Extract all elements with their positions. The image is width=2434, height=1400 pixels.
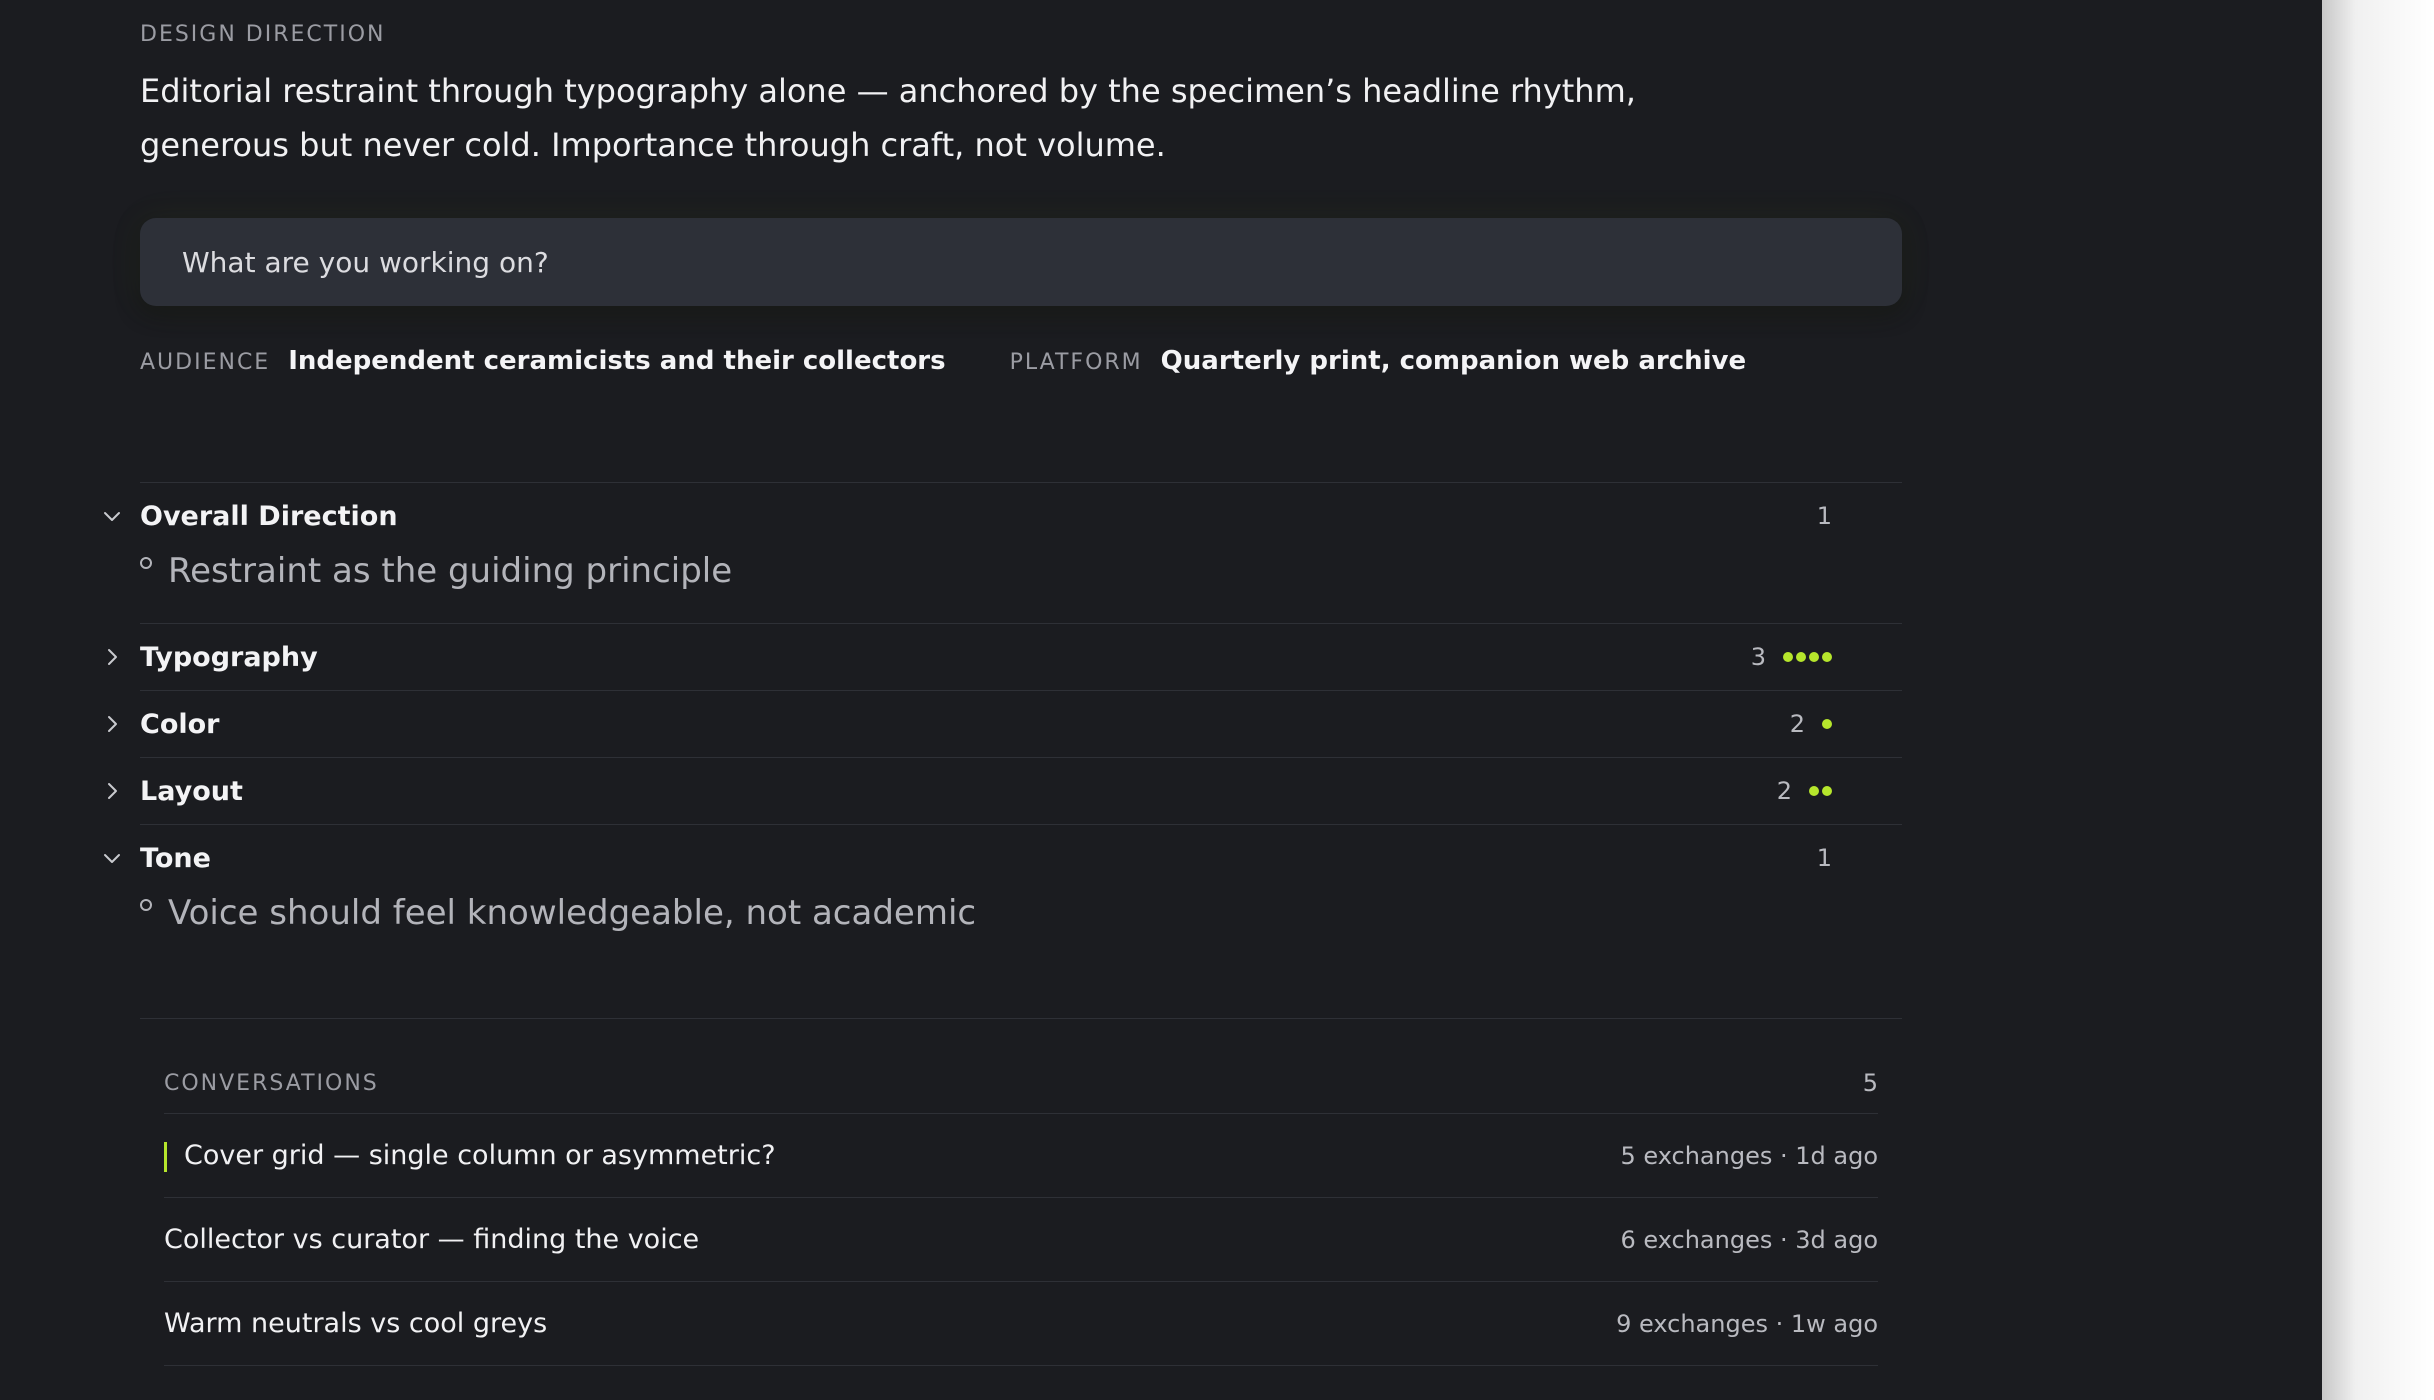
section-tone: Tone 1 Voice should feel knowledgeable, … xyxy=(104,824,1902,965)
conversation-item[interactable]: Collector vs curator — finding the voice… xyxy=(164,1198,1878,1282)
direction-sections: Overall Direction 1 Restraint as the gui… xyxy=(104,482,1902,965)
section-stats: 1 xyxy=(1817,825,1832,891)
conversation-title: Warm neutrals vs cool greys xyxy=(164,1308,548,1339)
list-item-text: Voice should feel knowledgeable, not aca… xyxy=(168,893,977,933)
section-body: Restraint as the guiding principle xyxy=(140,549,1902,623)
section-stats: 2 xyxy=(1790,691,1832,757)
chevron-down-icon[interactable] xyxy=(100,846,124,870)
project-meta: AUDIENCE Independent ceramicists and the… xyxy=(140,346,1746,376)
audience-label: AUDIENCE xyxy=(140,350,271,375)
activity-dot xyxy=(1809,786,1819,796)
audience-value: Independent ceramicists and their collec… xyxy=(288,346,946,376)
conversation-meta: 5 exchanges · 1d ago xyxy=(1620,1141,1879,1170)
section-title: Layout xyxy=(140,775,243,807)
conversations-panel: CONVERSATIONS 5 Cover grid — single colu… xyxy=(140,1018,1902,1366)
section-header[interactable]: Tone 1 xyxy=(104,825,1902,891)
section-title: Color xyxy=(140,708,220,740)
activity-dot xyxy=(1822,786,1832,796)
platform-value: Quarterly print, companion web archive xyxy=(1160,346,1747,376)
activity-dot xyxy=(1783,652,1793,662)
conversations-list: CONVERSATIONS 5 Cover grid — single colu… xyxy=(164,1019,1878,1366)
list-item[interactable]: Restraint as the guiding principle xyxy=(140,549,1902,593)
conversation-title: Collector vs curator — finding the voice xyxy=(164,1224,700,1255)
active-indicator xyxy=(164,1142,167,1172)
chevron-right-icon[interactable] xyxy=(100,779,124,803)
window-edge-shadow xyxy=(2322,0,2434,1400)
prompt-box[interactable] xyxy=(140,218,1902,306)
conversations-count: 5 xyxy=(1862,1069,1878,1097)
section-stats: 1 xyxy=(1817,483,1832,549)
activity-dot xyxy=(1822,719,1832,729)
platform-label: PLATFORM xyxy=(1009,350,1143,375)
section-title: Typography xyxy=(140,641,318,673)
conversation-item[interactable]: Cover grid — single column or asymmetric… xyxy=(164,1114,1878,1198)
chevron-right-icon[interactable] xyxy=(100,645,124,669)
section-count: 1 xyxy=(1816,844,1832,872)
section-count: 2 xyxy=(1789,710,1805,738)
section-color: Color 2 xyxy=(108,690,1902,757)
section-typography: Typography 3 xyxy=(108,623,1902,690)
conversations-header: CONVERSATIONS 5 xyxy=(164,1019,1878,1114)
conversation-item[interactable]: Warm neutrals vs cool greys 9 exchanges … xyxy=(164,1282,1878,1366)
activity-dot xyxy=(1822,652,1832,662)
section-count: 3 xyxy=(1750,643,1766,671)
chevron-right-icon[interactable] xyxy=(100,712,124,736)
activity-dots xyxy=(1806,786,1832,796)
conversation-meta: 6 exchanges · 3d ago xyxy=(1620,1225,1879,1254)
chevron-down-icon[interactable] xyxy=(100,504,124,528)
circle-bullet-icon xyxy=(140,899,152,911)
prompt-input[interactable] xyxy=(180,244,1862,280)
list-item[interactable]: Voice should feel knowledgeable, not aca… xyxy=(140,891,1902,935)
section-count: 2 xyxy=(1776,777,1792,805)
section-layout: Layout 2 xyxy=(108,757,1902,824)
section-header[interactable]: Layout 2 xyxy=(108,758,1902,824)
conversations-label: CONVERSATIONS xyxy=(164,1071,379,1096)
activity-dot xyxy=(1809,652,1819,662)
conversation-title: Cover grid — single column or asymmetric… xyxy=(184,1140,776,1171)
section-header[interactable]: Color 2 xyxy=(108,691,1902,757)
section-count: 1 xyxy=(1816,502,1832,530)
list-item-text: Restraint as the guiding principle xyxy=(168,551,733,591)
design-direction-label: DESIGN DIRECTION xyxy=(140,22,386,47)
activity-dots xyxy=(1780,652,1832,662)
section-title: Tone xyxy=(140,842,211,874)
section-title: Overall Direction xyxy=(140,500,398,532)
section-overall-direction: Overall Direction 1 Restraint as the gui… xyxy=(104,482,1902,623)
conversation-meta: 9 exchanges · 1w ago xyxy=(1616,1309,1878,1338)
section-header[interactable]: Overall Direction 1 xyxy=(104,483,1902,549)
circle-bullet-icon xyxy=(140,557,152,569)
app-window: DESIGN DIRECTION Editorial restraint thr… xyxy=(0,0,2322,1400)
section-header[interactable]: Typography 3 xyxy=(108,624,1902,690)
section-stats: 2 xyxy=(1777,758,1832,824)
section-body: Voice should feel knowledgeable, not aca… xyxy=(140,891,1902,965)
section-stats: 3 xyxy=(1751,624,1832,690)
design-direction-text: Editorial restraint through typography a… xyxy=(140,72,1636,164)
activity-dots xyxy=(1819,719,1832,729)
activity-dot xyxy=(1796,652,1806,662)
